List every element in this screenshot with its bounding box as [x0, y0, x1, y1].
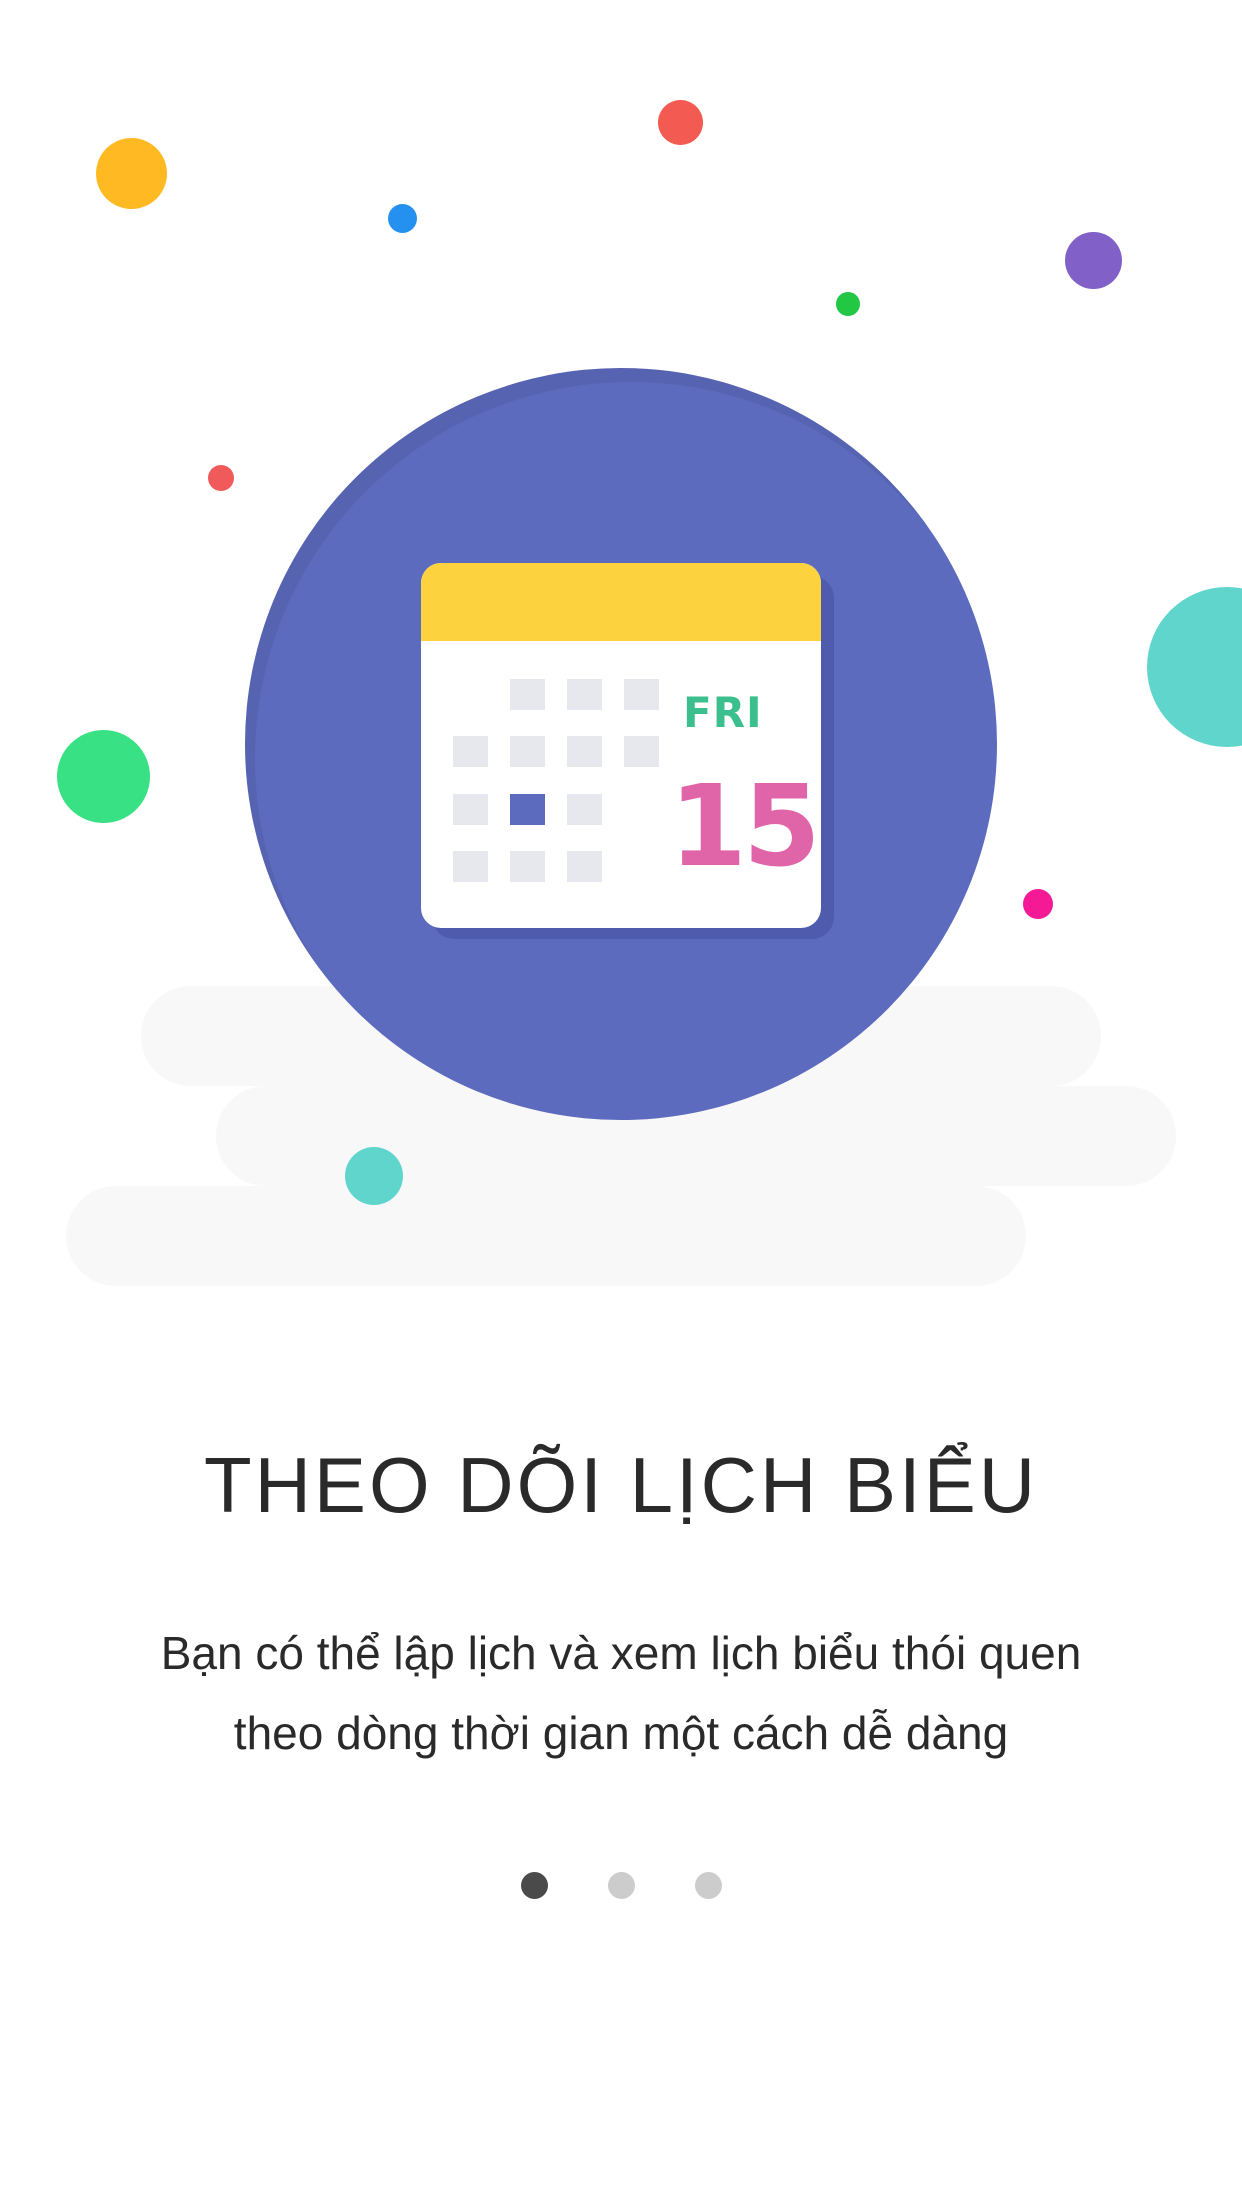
- page-indicator: [0, 1872, 1242, 1900]
- confetti-dot: [1023, 889, 1053, 919]
- calendar-date-number: 15: [669, 762, 821, 892]
- page-dot-3[interactable]: [695, 1872, 722, 1899]
- calendar-cell: [510, 736, 545, 767]
- confetti-dot: [208, 465, 234, 491]
- page-dot-2[interactable]: [608, 1872, 635, 1899]
- calendar-cell: [453, 851, 488, 882]
- confetti-dot: [1147, 587, 1242, 747]
- onboarding-screen: FRI 15 THEO DÕI LỊCH BIỂU Bạn có thể lập…: [0, 0, 1242, 2208]
- calendar-day-label: FRI: [683, 688, 763, 737]
- page-dot-1[interactable]: [521, 1872, 548, 1899]
- confetti-dot: [388, 204, 417, 233]
- calendar-cell: [453, 736, 488, 767]
- calendar-cell: [567, 851, 602, 882]
- calendar-header: [421, 563, 821, 641]
- onboarding-description: Bạn có thể lập lịch và xem lịch biểu thó…: [160, 1627, 1082, 1759]
- calendar-cell: [567, 794, 602, 825]
- calendar-cell: [510, 679, 545, 710]
- confetti-dot: [836, 292, 860, 316]
- onboarding-title: THEO DÕI LỊCH BIỂU: [203, 1441, 1039, 1529]
- calendar-icon: FRI 15: [421, 563, 821, 928]
- calendar-cell: [453, 794, 488, 825]
- calendar-cell-selected: [510, 794, 545, 825]
- confetti-dot: [96, 138, 167, 209]
- confetti-dot: [1065, 232, 1122, 289]
- confetti-dot: [57, 730, 150, 823]
- confetti-dot: [658, 100, 703, 145]
- confetti-dot: [345, 1147, 403, 1205]
- calendar-cell: [567, 736, 602, 767]
- cloud-shape: [66, 1186, 1026, 1286]
- calendar-cell: [567, 679, 602, 710]
- calendar-cell: [624, 736, 659, 767]
- calendar-cell: [510, 851, 545, 882]
- calendar-cell: [624, 679, 659, 710]
